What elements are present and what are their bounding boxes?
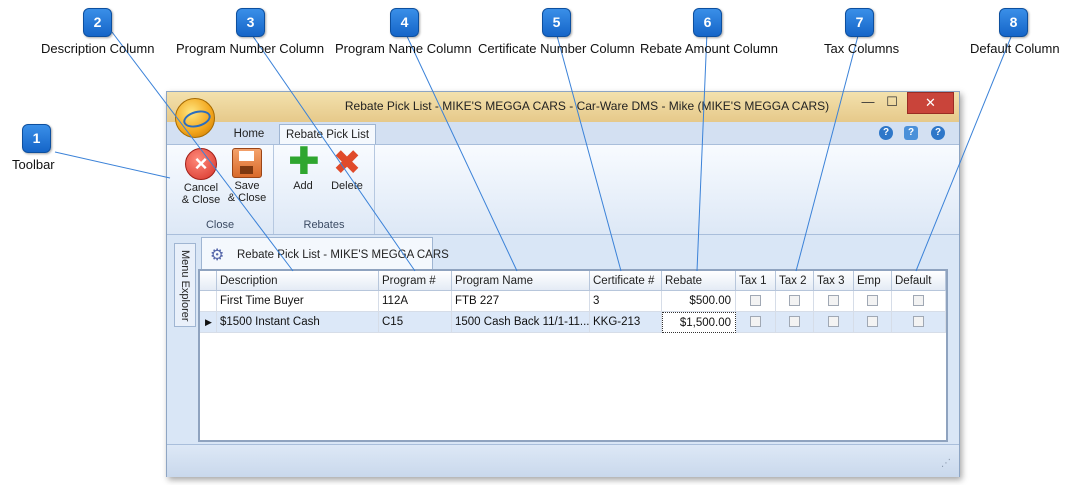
callout-label-program-number: Program Number Column (176, 41, 325, 56)
column-header-tax-2[interactable]: Tax 2 (776, 271, 814, 291)
column-header-description[interactable]: Description (217, 271, 379, 291)
callout-badge-8: 8 (999, 8, 1028, 37)
cell-program-name[interactable]: 1500 Cash Back 11/1-11... (452, 312, 590, 333)
callout-label-program-name: Program Name Column (335, 41, 472, 56)
callout-label-toolbar: Toolbar (12, 157, 55, 172)
callout-label-description: Description Column (41, 41, 155, 56)
app-menu-orb-icon[interactable] (175, 98, 215, 138)
cancel-icon: × (185, 148, 217, 180)
save-close-label: Save & Close (227, 180, 267, 204)
default-checkbox[interactable] (913, 316, 924, 327)
menu-explorer-tab[interactable]: Menu Explorer (174, 243, 196, 327)
cell-tax-1 (736, 312, 776, 333)
tax-2-checkbox[interactable] (789, 295, 800, 306)
menu-explorer-label: Menu Explorer (179, 250, 191, 322)
callout-badge-1: 1 (22, 124, 51, 153)
table-row[interactable]: First Time Buyer 112A FTB 227 3 $500.00 (200, 291, 946, 312)
ribbon-group-close-label: Close (205, 219, 235, 231)
delete-button[interactable]: ✖ Delete (326, 144, 368, 192)
callout-badge-4: 4 (390, 8, 419, 37)
row-indicator (200, 291, 217, 312)
callout-label-tax: Tax Columns (824, 41, 900, 56)
add-plus-icon: ✚ (288, 141, 320, 183)
column-header-tax-1[interactable]: Tax 1 (736, 271, 776, 291)
cell-description[interactable]: First Time Buyer (217, 291, 379, 312)
delete-label: Delete (331, 180, 363, 192)
callout-badge-6: 6 (693, 8, 722, 37)
cell-emp (854, 291, 892, 312)
callout-line-1 (54, 151, 171, 179)
save-close-button[interactable]: Save & Close (225, 148, 269, 204)
table-row-selected[interactable]: ▶ $1500 Instant Cash C15 1500 Cash Back … (200, 312, 946, 333)
cell-tax-1 (736, 291, 776, 312)
resize-grip-icon[interactable]: ⋰ (941, 458, 951, 469)
callout-badge-3: 3 (236, 8, 265, 37)
column-header-program-name[interactable]: Program Name (452, 271, 590, 291)
column-header-program-number[interactable]: Program # (379, 271, 452, 291)
default-checkbox[interactable] (913, 295, 924, 306)
document-tab-label: Rebate Pick List - MIKE'S MEGGA CARS (237, 249, 449, 261)
cell-tax-2 (776, 312, 814, 333)
column-header-rebate[interactable]: Rebate (662, 271, 736, 291)
cell-emp (854, 312, 892, 333)
ribbon-group-close: × Cancel & Close Save & Close Close (167, 145, 274, 234)
callout-label-rebate-amount: Rebate Amount Column (640, 41, 779, 56)
emp-checkbox[interactable] (867, 295, 878, 306)
cell-tax-2 (776, 291, 814, 312)
cell-rebate-focused[interactable]: $1,500.00 (662, 312, 736, 333)
cell-default (892, 291, 946, 312)
window-title: Rebate Pick List - MIKE'S MEGGA CARS - C… (344, 99, 830, 113)
cell-certificate[interactable]: 3 (590, 291, 662, 312)
cell-program-number[interactable]: C15 (379, 312, 452, 333)
column-header-tax-3[interactable]: Tax 3 (814, 271, 854, 291)
info-icon[interactable]: ? (879, 126, 893, 140)
column-header-emp[interactable]: Emp (854, 271, 892, 291)
row-indicator-current: ▶ (200, 312, 217, 333)
column-header-default[interactable]: Default (892, 271, 946, 291)
tax-1-checkbox[interactable] (750, 295, 761, 306)
cell-program-number[interactable]: 112A (379, 291, 452, 312)
cell-rebate[interactable]: $500.00 (662, 291, 736, 312)
callout-label-certificate-number: Certificate Number Column (478, 41, 635, 56)
tax-3-checkbox[interactable] (828, 316, 839, 327)
gears-icon: ⚙ (210, 247, 225, 264)
cell-program-name[interactable]: FTB 227 (452, 291, 590, 312)
callout-badge-5: 5 (542, 8, 571, 37)
title-bar[interactable]: Rebate Pick List - MIKE'S MEGGA CARS - C… (167, 92, 959, 122)
tax-1-checkbox[interactable] (750, 316, 761, 327)
tax-2-checkbox[interactable] (789, 316, 800, 327)
ribbon-tab-bar: Home Rebate Pick List ? ? ? (167, 122, 959, 145)
row-indicator-header (200, 271, 217, 291)
tab-home[interactable]: Home (227, 124, 271, 144)
delete-x-icon: ✖ (332, 144, 362, 182)
rebate-grid: Description Program # Program Name Certi… (198, 269, 948, 442)
cancel-close-button[interactable]: × Cancel & Close (179, 148, 223, 206)
ribbon-toolbar: × Cancel & Close Save & Close Close ✚ Add … (167, 141, 959, 235)
column-header-certificate[interactable]: Certificate # (590, 271, 662, 291)
cancel-close-label: Cancel & Close (181, 182, 221, 206)
status-bar: ⋰ (167, 444, 959, 477)
tax-3-checkbox[interactable] (828, 295, 839, 306)
callout-badge-2: 2 (83, 8, 112, 37)
ribbon-group-rebates-label: Rebates (303, 219, 345, 231)
maximize-button[interactable]: ☐ (877, 92, 907, 112)
document-tab[interactable]: ⚙ Rebate Pick List - MIKE'S MEGGA CARS (201, 237, 449, 272)
callout-badge-7: 7 (845, 8, 874, 37)
close-window-button[interactable]: ✕ (907, 92, 954, 114)
cell-tax-3 (814, 291, 854, 312)
cell-certificate[interactable]: KKG-213 (590, 312, 662, 333)
save-disk-icon (232, 148, 262, 178)
add-button[interactable]: ✚ Add (284, 141, 322, 192)
callout-label-default: Default Column (970, 41, 1060, 56)
app-window: Rebate Pick List - MIKE'S MEGGA CARS - C… (166, 91, 960, 477)
cell-description[interactable]: $1500 Instant Cash (217, 312, 379, 333)
ribbon-group-rebates: ✚ Add ✖ Delete Rebates (274, 141, 375, 234)
help-icon[interactable]: ? (931, 126, 945, 140)
emp-checkbox[interactable] (867, 316, 878, 327)
cell-tax-3 (814, 312, 854, 333)
cell-default (892, 312, 946, 333)
help-chat-icon[interactable]: ? (904, 126, 918, 140)
